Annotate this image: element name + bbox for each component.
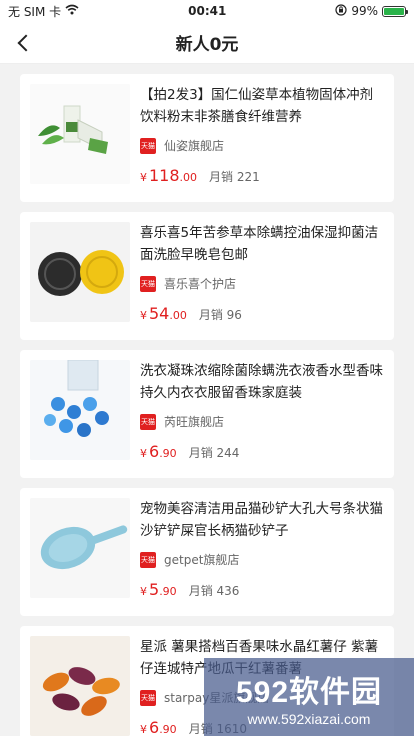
watermark-url: www.592xiazai.com	[247, 711, 371, 727]
price-integer: 118	[149, 166, 180, 185]
price-decimal: .90	[159, 585, 177, 598]
price-row: ¥ 54 .00 月销 96	[140, 304, 384, 323]
carrier-label: 无 SIM 卡	[8, 4, 62, 19]
product-info: 宠物美容清洁用品猫砂铲大孔大号条状猫沙铲铲屎官长柄猫砂铲子 天猫 getpet旗…	[140, 498, 384, 606]
shop-name[interactable]: 仙姿旗舰店	[164, 137, 224, 154]
product-info: 【拍2发3】国仁仙姿草本植物固体冲剂饮料粉末非茶膳食纤维营养 天猫 仙姿旗舰店 …	[140, 84, 384, 192]
battery-level	[383, 7, 404, 15]
product-title: 宠物美容清洁用品猫砂铲大孔大号条状猫沙铲铲屎官长柄猫砂铲子	[140, 501, 383, 539]
product-image	[30, 498, 130, 598]
tmall-badge-icon: 天猫	[140, 689, 156, 706]
price-decimal: .00	[169, 309, 187, 322]
tmall-badge-icon: 天猫	[140, 551, 156, 568]
price-row: ¥ 6 .90 月销 244	[140, 442, 384, 461]
price-decimal: .00	[179, 171, 198, 184]
monthly-sales: 月销 436	[188, 584, 240, 598]
price: ¥ 6 .90	[140, 718, 177, 736]
status-right: 99%	[335, 3, 408, 19]
shop-row: 天猫 芮旺旗舰店	[140, 413, 384, 430]
price-row: ¥ 118 .00 月销 221	[140, 166, 384, 185]
price: ¥ 54 .00	[140, 304, 187, 323]
price-integer: 54	[149, 304, 170, 323]
tmall-badge-icon: 天猫	[140, 275, 156, 292]
product-image	[30, 360, 130, 460]
product-title: 洗衣凝珠浓缩除菌除螨洗衣液香水型香味持久内衣衣服留香珠家庭装	[140, 363, 383, 401]
status-time: 00:41	[188, 4, 227, 18]
tmall-badge-icon: 天猫	[140, 137, 156, 154]
monthly-sales: 月销 96	[198, 308, 242, 322]
shop-name[interactable]: getpet旗舰店	[164, 551, 239, 568]
product-card[interactable]: 【拍2发3】国仁仙姿草本植物固体冲剂饮料粉末非茶膳食纤维营养 天猫 仙姿旗舰店 …	[20, 74, 394, 202]
price-decimal: .90	[159, 447, 177, 460]
orientation-lock-icon	[335, 3, 347, 19]
product-info: 喜乐喜5年苦参草本除螨控油保湿抑菌洁面洗脸早晚皂包邮 天猫 喜乐喜个护店 ¥ 5…	[140, 222, 384, 330]
price: ¥ 118 .00	[140, 166, 197, 185]
battery-percent: 99%	[351, 4, 378, 18]
wifi-icon	[65, 4, 79, 18]
product-title: 喜乐喜5年苦参草本除螨控油保湿抑菌洁面洗脸早晚皂包邮	[140, 225, 379, 263]
tmall-badge-icon: 天猫	[140, 413, 156, 430]
price-integer: 5	[149, 580, 160, 599]
product-list: 【拍2发3】国仁仙姿草本植物固体冲剂饮料粉末非茶膳食纤维营养 天猫 仙姿旗舰店 …	[0, 64, 414, 736]
shop-row: 天猫 喜乐喜个护店	[140, 275, 384, 292]
monthly-sales: 月销 244	[188, 446, 240, 460]
price: ¥ 5 .90	[140, 580, 177, 599]
currency-symbol: ¥	[140, 447, 147, 460]
product-card[interactable]: 喜乐喜5年苦参草本除螨控油保湿抑菌洁面洗脸早晚皂包邮 天猫 喜乐喜个护店 ¥ 5…	[20, 212, 394, 340]
product-image	[30, 222, 130, 322]
product-image	[30, 636, 130, 736]
back-button[interactable]	[6, 22, 42, 64]
battery-icon	[381, 5, 408, 17]
shop-name[interactable]: 喜乐喜个护店	[164, 275, 236, 292]
shop-row: 天猫 getpet旗舰店	[140, 551, 384, 568]
currency-symbol: ¥	[140, 171, 147, 184]
product-card[interactable]: 宠物美容清洁用品猫砂铲大孔大号条状猫沙铲铲屎官长柄猫砂铲子 天猫 getpet旗…	[20, 488, 394, 616]
price: ¥ 6 .90	[140, 442, 177, 461]
back-arrow-icon	[17, 34, 35, 52]
product-card[interactable]: 洗衣凝珠浓缩除菌除螨洗衣液香水型香味持久内衣衣服留香珠家庭装 天猫 芮旺旗舰店 …	[20, 350, 394, 478]
nav-bar: 新人0元	[0, 22, 414, 64]
site-watermark: 592软件园 www.592xiazai.com	[204, 658, 414, 736]
watermark-text: 592软件园	[235, 676, 383, 709]
page-title: 新人0元	[175, 35, 239, 55]
monthly-sales: 月销 221	[209, 170, 260, 184]
currency-symbol: ¥	[140, 723, 147, 736]
status-left: 无 SIM 卡	[8, 3, 79, 20]
product-title: 【拍2发3】国仁仙姿草本植物固体冲剂饮料粉末非茶膳食纤维营养	[140, 87, 374, 125]
price-row: ¥ 5 .90 月销 436	[140, 580, 384, 599]
currency-symbol: ¥	[140, 585, 147, 598]
price-integer: 6	[149, 442, 160, 461]
product-info: 洗衣凝珠浓缩除菌除螨洗衣液香水型香味持久内衣衣服留香珠家庭装 天猫 芮旺旗舰店 …	[140, 360, 384, 468]
status-bar: 无 SIM 卡 00:41 99%	[0, 0, 414, 22]
shop-row: 天猫 仙姿旗舰店	[140, 137, 384, 154]
product-image	[30, 84, 130, 184]
price-integer: 6	[149, 718, 160, 736]
currency-symbol: ¥	[140, 309, 147, 322]
price-decimal: .90	[159, 723, 177, 736]
shop-name[interactable]: 芮旺旗舰店	[164, 413, 224, 430]
